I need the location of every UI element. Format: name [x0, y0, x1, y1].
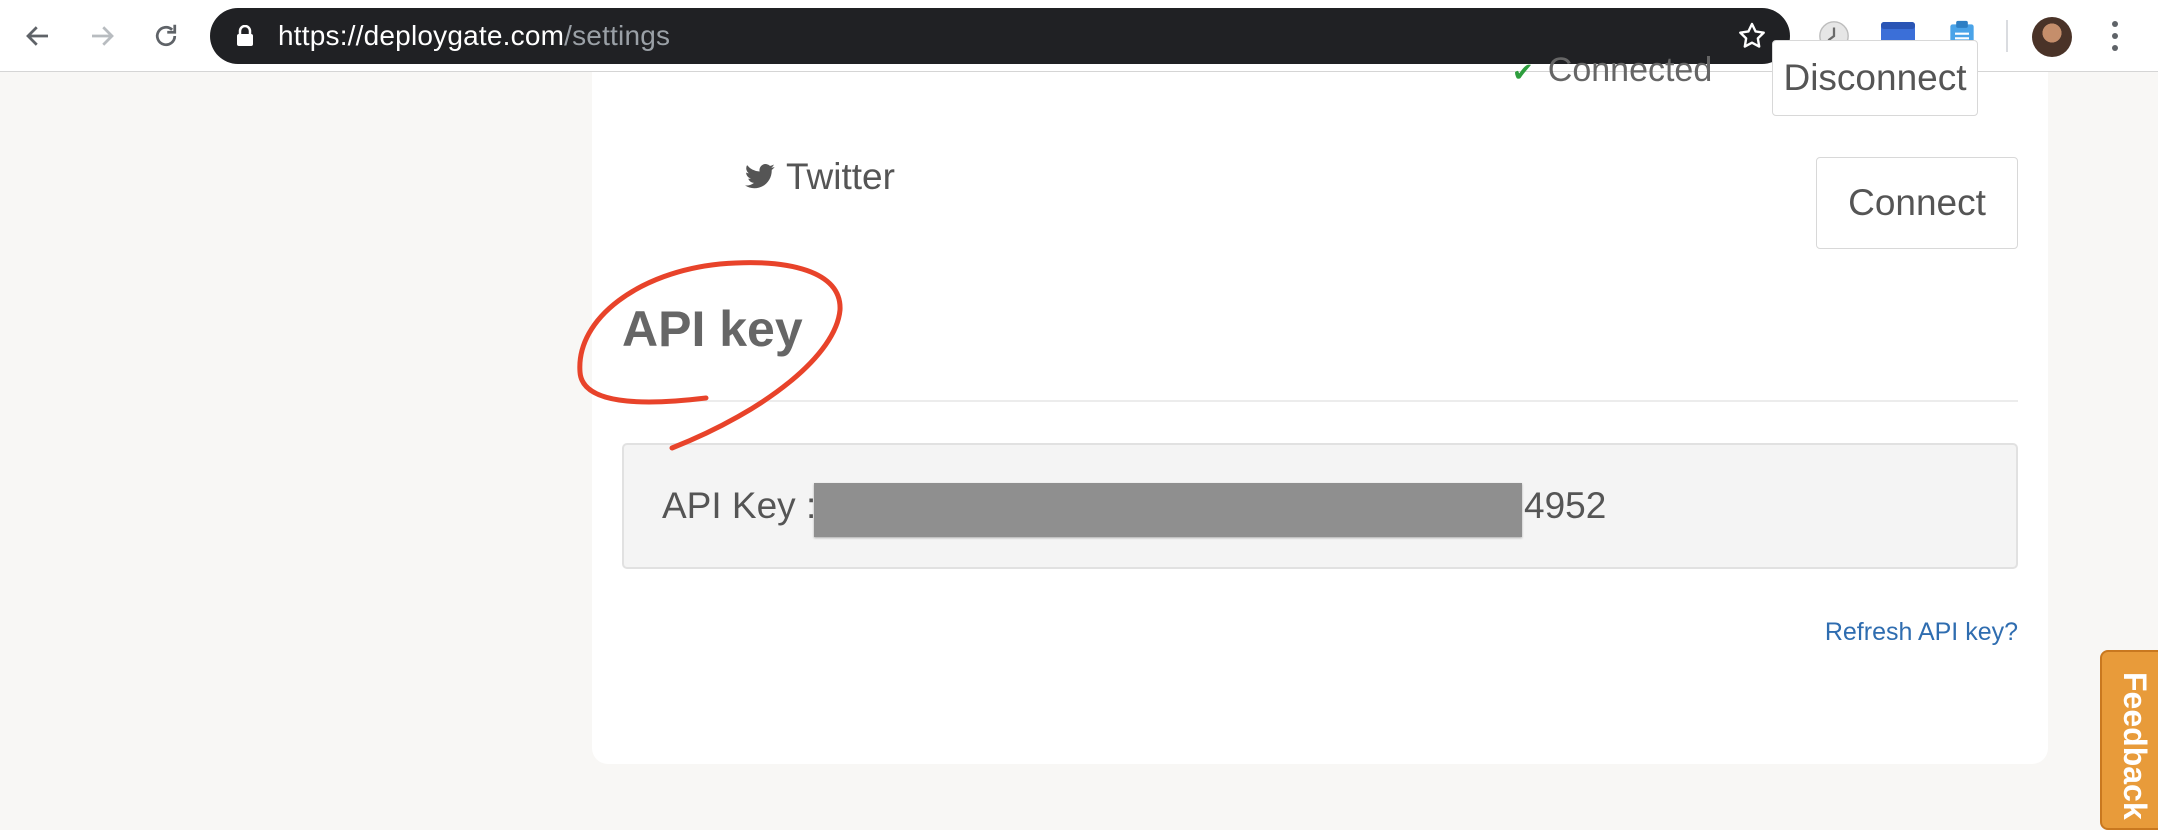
reload-button[interactable] [144, 14, 188, 58]
menu-dot [2112, 21, 2118, 27]
toolbar-separator [2006, 20, 2008, 52]
reload-icon [155, 24, 177, 47]
bookmark-star-icon[interactable] [1736, 20, 1768, 52]
url-host: https://deploygate.com [278, 20, 565, 51]
url-path: /settings [564, 20, 671, 51]
connected-status-label: Connected [1547, 51, 1713, 89]
api-key-suffix: 4952 [1524, 485, 1607, 526]
check-icon: ✔ [1512, 57, 1534, 87]
twitter-connect-button[interactable]: Connect [1816, 157, 2018, 249]
feedback-label: Feedback [2117, 672, 2153, 820]
twitter-account-row: Twitter [744, 156, 895, 198]
refresh-api-key-link[interactable]: Refresh API key? [1825, 618, 2018, 647]
profile-avatar[interactable] [2032, 17, 2072, 57]
api-key-section-title: API key [622, 301, 803, 357]
api-key-label: API Key : [662, 485, 817, 526]
arrow-right-icon [92, 26, 114, 46]
section-divider [622, 400, 2018, 402]
arrow-left-icon [26, 26, 48, 46]
lock-icon [237, 25, 253, 46]
redacted-api-key [814, 483, 1522, 537]
menu-dot [2112, 33, 2118, 39]
disconnect-button[interactable]: Disconnect [1772, 40, 1978, 116]
menu-dot [2112, 45, 2118, 51]
forward-button[interactable] [80, 14, 124, 58]
api-key-box: API Key : 4952 [622, 443, 2018, 569]
feedback-tab[interactable]: Feedback [2100, 650, 2158, 830]
back-button[interactable] [16, 14, 60, 58]
url-text: https://deploygate.com/settings [278, 8, 670, 64]
twitter-icon [744, 164, 775, 189]
connected-status: ✔ Connected [1512, 40, 1712, 102]
browser-menu-button[interactable] [2100, 14, 2130, 58]
twitter-label: Twitter [786, 156, 895, 197]
